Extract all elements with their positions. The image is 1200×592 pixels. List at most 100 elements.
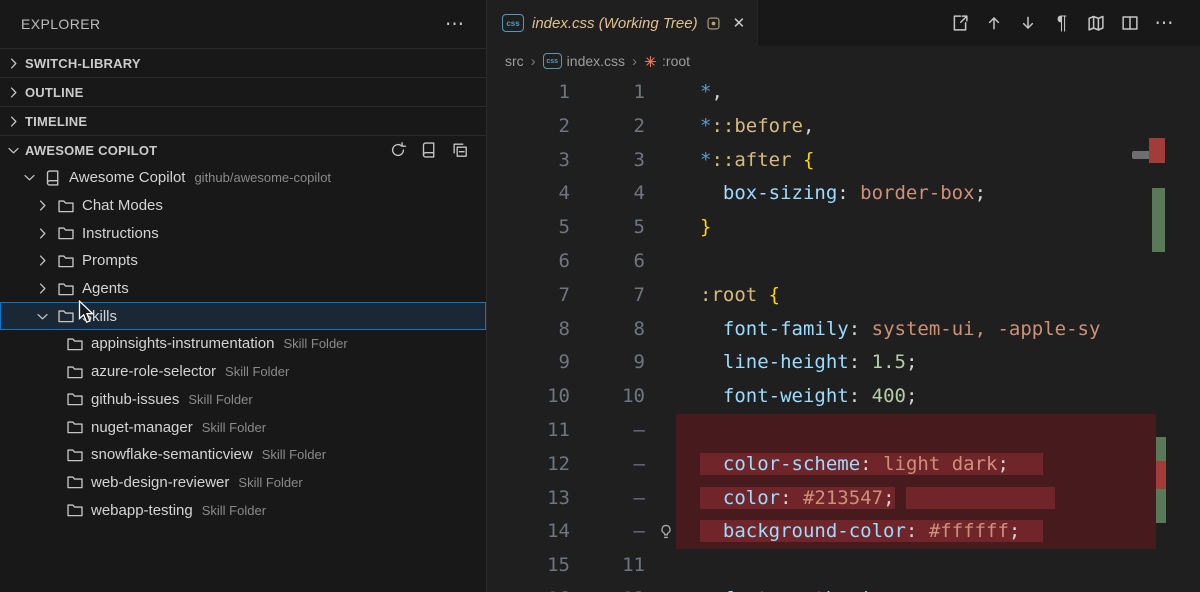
gutter-spacer: [645, 414, 676, 448]
collapse-all-icon[interactable]: [451, 141, 469, 159]
diff-editor-content: 1 1 *, 2 2 *::before, 3 3 *::after {4 4 box-sizin…: [487, 76, 1200, 592]
tree-item[interactable]: Agents: [0, 275, 486, 303]
code-line-content[interactable]: font-weight: 400;: [676, 380, 1156, 414]
line-number-modified: 6: [633, 249, 645, 272]
code-token: box-sizing: [722, 182, 838, 205]
line-number-modified: 5: [633, 216, 645, 239]
folder-icon: [66, 446, 84, 464]
code-token: font-weight: [722, 385, 849, 408]
breadcrumb-folder[interactable]: src: [505, 53, 524, 69]
section-timeline[interactable]: TIMELINE: [0, 106, 486, 135]
code-line-content[interactable]: line-height: 1.5;: [676, 346, 1156, 380]
code-line-content[interactable]: color-scheme: light dark;: [676, 447, 1156, 482]
tree-item[interactable]: azure-role-selector Skill Folder: [0, 358, 486, 386]
tree-item[interactable]: Awesome Copilot github/awesome-copilot: [0, 164, 486, 192]
code-line-content[interactable]: color: #213547;: [676, 481, 1156, 516]
tree-item-label: github-issues: [91, 390, 180, 408]
breadcrumb-symbol[interactable]: :root: [644, 53, 690, 69]
code-line: 1 1 *,: [487, 76, 1200, 110]
open-file-icon[interactable]: [950, 13, 970, 33]
tree-item[interactable]: appinsights-instrumentation Skill Folder: [0, 330, 486, 358]
section-switch-library[interactable]: SWITCH-LIBRARY: [0, 48, 486, 77]
tree-item-label: Skills: [82, 307, 118, 325]
close-icon[interactable]: ✕: [733, 14, 746, 32]
code-token: *: [700, 148, 712, 171]
line-number-modified: 10: [622, 385, 645, 408]
tree-item[interactable]: Skills: [0, 302, 486, 331]
breadcrumb-file[interactable]: css index.css: [542, 53, 625, 69]
chevron-down-icon: [5, 142, 22, 159]
more-actions-icon[interactable]: ⋯: [445, 15, 464, 34]
line-number-modified: 3: [633, 148, 645, 171]
tree-item-description: Skill Folder: [201, 502, 267, 518]
tree-item[interactable]: Instructions: [0, 219, 486, 247]
tree-item[interactable]: snowflake-semanticview Skill Folder: [0, 441, 486, 469]
code-line-content[interactable]: box-sizing: border-box;: [676, 177, 1156, 211]
split-editor-icon[interactable]: [1120, 13, 1140, 33]
line-number-original: 12: [547, 452, 570, 475]
gutter-spacer: [645, 279, 676, 313]
code-line-content[interactable]: font-synthesis: none;: [676, 583, 1156, 592]
toggle-whitespace-icon[interactable]: ¶: [1052, 13, 1072, 33]
code-token: :: [848, 351, 872, 374]
tree-item[interactable]: Chat Modes: [0, 192, 486, 220]
quick-fix-lightbulb-icon[interactable]: [657, 523, 675, 541]
code-line-content[interactable]: }: [676, 211, 1156, 245]
code-line-content[interactable]: font-family: system-ui, -apple-sy: [676, 313, 1156, 347]
code-token: [700, 452, 723, 475]
tree-item[interactable]: Prompts: [0, 247, 486, 275]
code-line-content[interactable]: [676, 245, 1156, 279]
code-line-content[interactable]: *::before,: [676, 110, 1156, 144]
section-outline[interactable]: OUTLINE: [0, 77, 486, 106]
map-icon[interactable]: [1086, 13, 1106, 33]
code-line: 3 3 *::after {: [487, 144, 1200, 178]
code-line-content[interactable]: :root {: [676, 279, 1156, 313]
folder-icon: [57, 307, 75, 325]
code-line-content[interactable]: *::after {: [676, 144, 1156, 178]
code-token: :: [780, 486, 803, 509]
folder-icon: [66, 390, 84, 408]
code-line-content[interactable]: *,: [676, 76, 1156, 110]
tree-item-label: web-design-reviewer: [91, 473, 230, 491]
code-token: :: [837, 182, 861, 205]
editor-actions: ¶ ⋯: [950, 0, 1200, 46]
tab-index-css[interactable]: css index.css (Working Tree) ✕: [487, 0, 759, 46]
gutter-spacer: [645, 448, 676, 482]
line-number-original: 1: [558, 81, 570, 103]
code-token: none: [906, 588, 952, 592]
gutter-spacer: [645, 313, 676, 347]
tree-item-description: github/awesome-copilot: [194, 170, 332, 186]
tree-item[interactable]: github-issues Skill Folder: [0, 386, 486, 414]
code-token: ::after: [711, 148, 792, 171]
line-number-original: 9: [558, 351, 570, 374]
section-label: TIMELINE: [25, 113, 88, 129]
code-line: 15 11: [487, 549, 1200, 583]
refresh-icon[interactable]: [389, 141, 407, 159]
line-number-original: 11: [547, 418, 570, 441]
folder-icon: [57, 224, 75, 242]
tree-item[interactable]: nuget-manager Skill Folder: [0, 413, 486, 441]
gutter-spacer: [645, 346, 676, 380]
gutter-spacer: [645, 76, 676, 110]
code-line-content[interactable]: [676, 549, 1156, 583]
next-change-icon[interactable]: [1018, 13, 1038, 33]
tree-item-description: Skill Folder: [188, 391, 253, 407]
code-token: :root: [700, 283, 758, 306]
code-line-content[interactable]: background-color: #ffffff;: [676, 515, 1156, 550]
line-number-original: 13: [547, 486, 570, 509]
more-actions-icon[interactable]: ⋯: [1154, 13, 1174, 33]
code-token: {: [802, 148, 815, 171]
tree-item[interactable]: web-design-reviewer Skill Folder: [0, 469, 486, 497]
tree-item[interactable]: webapp-testing Skill Folder: [0, 496, 486, 524]
code-line-content[interactable]: [676, 413, 1156, 448]
section-awesome-copilot[interactable]: AWESOME COPILOT: [0, 135, 486, 164]
line-number-modified: –: [633, 520, 645, 543]
tree-item-description: Skill Folder: [201, 419, 267, 435]
previous-change-icon[interactable]: [984, 13, 1004, 33]
chevron-right-icon: [5, 84, 22, 101]
notebook-icon[interactable]: [420, 141, 438, 159]
code-line: 5 5}: [487, 211, 1200, 245]
